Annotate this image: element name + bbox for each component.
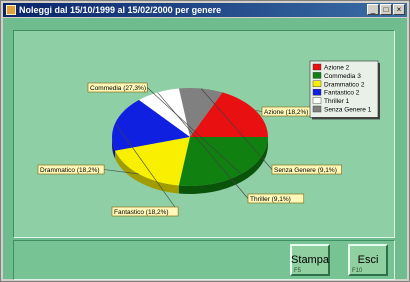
esci-button[interactable]: Esci F10 xyxy=(348,244,388,276)
svg-text:Commedia 3: Commedia 3 xyxy=(324,73,361,80)
pie-slice-commedia-3 xyxy=(178,137,268,186)
svg-text:Fantastico 2: Fantastico 2 xyxy=(324,90,360,97)
svg-text:Thriller (9,1%): Thriller (9,1%) xyxy=(250,196,291,203)
svg-text:Drammatico 2: Drammatico 2 xyxy=(324,81,365,88)
esci-key-hint: F10 xyxy=(352,268,363,274)
stampa-button[interactable]: Stampa F5 xyxy=(290,244,330,276)
legend: Azione 2Commedia 3Drammatico 2 Fantastico… xyxy=(309,60,380,120)
app-icon xyxy=(6,5,16,15)
svg-text:Senza Genere 1: Senza Genere 1 xyxy=(324,107,372,114)
svg-text:Azione 2: Azione 2 xyxy=(324,65,350,72)
svg-text:Commedia (27,3%): Commedia (27,3%) xyxy=(90,85,146,92)
window-title: Noleggi dal 15/10/1999 al 15/02/2000 per… xyxy=(19,5,222,15)
svg-text:Fantastico (18,2%): Fantastico (18,2%) xyxy=(114,209,169,216)
stampa-key-hint: F5 xyxy=(294,268,302,274)
chart-panel: Azione (18,2%) Senza Genere (9,1%) Thrille… xyxy=(13,30,395,238)
window-controls: _ □ × xyxy=(367,4,405,15)
client-area: Azione (18,2%) Senza Genere (9,1%) Thrille… xyxy=(3,18,407,280)
svg-text:Drammatico (18,2%): Drammatico (18,2%) xyxy=(40,167,100,174)
stampa-label: Stampa xyxy=(291,254,329,266)
svg-text:Thriller 1: Thriller 1 xyxy=(324,98,350,105)
pie-chart: Azione (18,2%) Senza Genere (9,1%) Thrille… xyxy=(37,60,380,217)
title-bar[interactable]: Noleggi dal 15/10/1999 al 15/02/2000 per… xyxy=(3,3,407,17)
button-panel: Stampa F5 Esci F10 xyxy=(13,240,395,280)
minimize-icon[interactable]: _ xyxy=(367,4,379,15)
maximize-icon[interactable]: □ xyxy=(380,4,392,15)
esci-label: Esci xyxy=(357,254,379,266)
close-icon[interactable]: × xyxy=(393,4,405,15)
report-window: Noleggi dal 15/10/1999 al 15/02/2000 per… xyxy=(0,0,410,282)
svg-text:Senza Genere (9,1%): Senza Genere (9,1%) xyxy=(274,167,337,174)
svg-text:Azione (18,2%): Azione (18,2%) xyxy=(264,109,308,116)
data-label-azione-2: Azione (18,2%) xyxy=(255,106,315,117)
